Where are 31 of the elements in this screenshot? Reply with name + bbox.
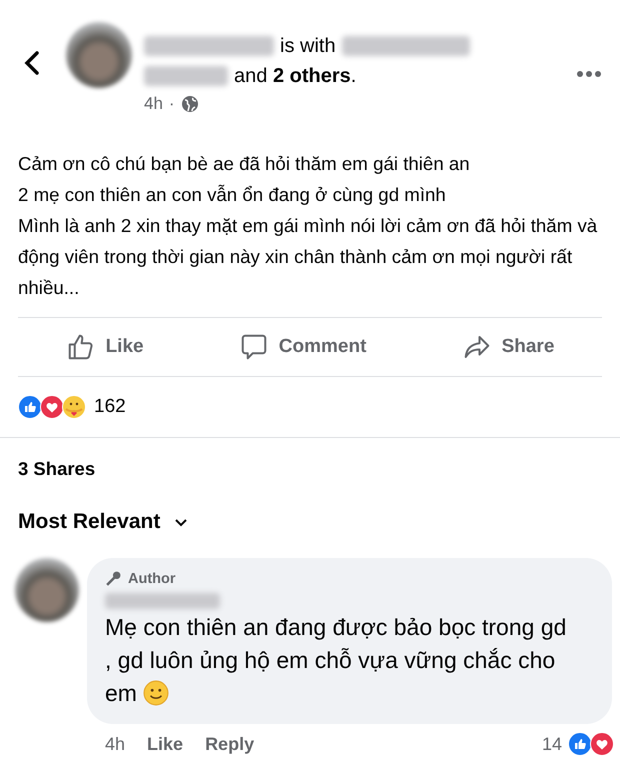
with-text: is with (280, 34, 336, 59)
like-reaction-icon (568, 732, 592, 756)
comment-reaction-count[interactable]: 14 (542, 734, 562, 754)
like-button[interactable]: Like (66, 332, 144, 362)
comment-text: Mẹ con thiên an đang được bảo bọc trong gd , gd luôn ủng hộ em chỗ vựa vững chắc cho em (105, 613, 568, 708)
post-text-line: 2 mẹ con thiên an con vẫn ổn đang ở cùng gd mình (18, 183, 447, 207)
love-reaction-icon (40, 395, 64, 419)
shares-count[interactable]: 3 Shares (0, 438, 620, 500)
author-label: Author (128, 570, 176, 586)
love-reaction-icon (590, 732, 614, 756)
care-reaction-icon (62, 395, 86, 419)
others-text: and 2 others. (234, 64, 356, 89)
separator-dot: · (168, 94, 175, 114)
share-button[interactable]: Share (462, 332, 554, 362)
like-link[interactable]: Like (147, 734, 184, 754)
reaction-count[interactable]: 162 (94, 396, 126, 418)
avatar[interactable] (66, 22, 132, 88)
microphone-icon (105, 570, 122, 587)
reply-link[interactable]: Reply (205, 734, 254, 754)
back-icon[interactable] (22, 49, 42, 77)
post-text-line: Cảm ơn cô chú bạn bè ae đã hỏi thăm em gái thiên an (18, 152, 471, 176)
more-options-icon[interactable] (576, 70, 602, 78)
chevron-down-icon (174, 518, 188, 526)
post-time: 4h (144, 94, 163, 114)
comment-time: 4h (105, 734, 126, 754)
avatar[interactable] (15, 558, 79, 622)
post-text-line: Mình là anh 2 xin thay mặt em gái mình nói lời cảm ơn đã hỏi thăm và động viên trong thời gian này xin chân thành cảm ơn mọi người rất nhiều... (18, 214, 598, 300)
comment-button[interactable]: Comment (238, 332, 366, 362)
speech-bubble-icon (238, 332, 269, 362)
sort-dropdown[interactable]: Most Relevant (0, 500, 620, 534)
like-reaction-icon (18, 395, 42, 419)
